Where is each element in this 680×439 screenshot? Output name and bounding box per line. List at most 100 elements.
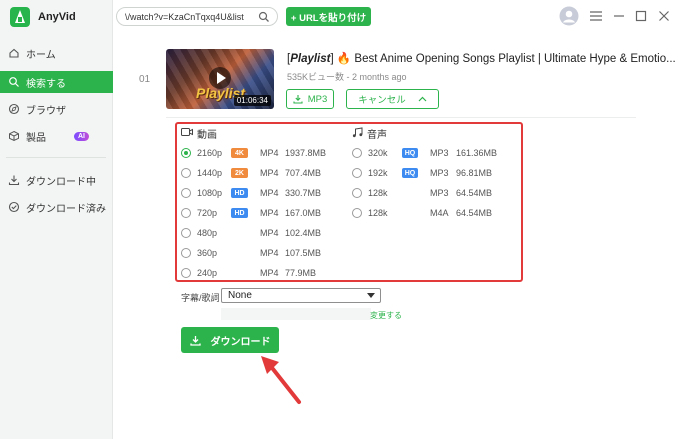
- format-label: MP4: [260, 248, 279, 258]
- radio-button[interactable]: [181, 148, 191, 158]
- size-label: 707.4MB: [285, 168, 322, 178]
- sidebar-item-downloaded[interactable]: ダウンロード済み: [0, 196, 113, 218]
- quality-badge: HQ: [402, 168, 418, 178]
- format-label: MP4: [260, 188, 279, 198]
- menu-icon[interactable]: [588, 8, 604, 24]
- size-label: 96.81MB: [456, 168, 493, 178]
- radio-button[interactable]: [181, 248, 191, 258]
- sidebar-item-label: 検索する: [26, 78, 66, 90]
- quality-badge: HQ: [402, 148, 418, 158]
- video-meta: 535Kビュー数 - 2 months ago: [287, 72, 407, 82]
- sidebar-item-label: ブラウザ: [26, 105, 66, 117]
- size-label: 1937.8MB: [285, 148, 327, 158]
- bitrate-label: 192k: [368, 168, 388, 178]
- search-icon[interactable]: [258, 11, 270, 26]
- app-name: AnyVid: [38, 11, 76, 23]
- music-note-icon: [352, 126, 363, 141]
- size-label: 77.9MB: [285, 268, 317, 278]
- subtitle-label: 字幕/歌詞: [181, 293, 220, 303]
- format-label: MP3: [430, 148, 449, 158]
- check-circle-icon: [8, 201, 20, 213]
- audio-section-header: 音声: [352, 126, 387, 141]
- size-label: 64.54MB: [456, 208, 493, 218]
- resolution-label: 1080p: [197, 188, 223, 198]
- divider: [166, 117, 636, 118]
- radio-button[interactable]: [352, 188, 362, 198]
- title-playlist-tag: Playlist: [290, 53, 331, 65]
- sidebar-item-label: 製品: [26, 132, 46, 144]
- subtitle-select[interactable]: None: [221, 288, 381, 303]
- sidebar-item-label: ダウンロード中: [26, 176, 96, 188]
- subtitle-value: None: [228, 290, 252, 301]
- size-label: 107.5MB: [285, 248, 322, 258]
- bitrate-label: 128k: [368, 188, 388, 198]
- ai-badge: AI: [74, 131, 89, 141]
- sidebar-item-browser[interactable]: ブラウザ: [0, 98, 113, 120]
- bitrate-label: 128k: [368, 208, 388, 218]
- radio-button[interactable]: [181, 268, 191, 278]
- chevron-up-icon: [418, 96, 427, 102]
- maximize-icon[interactable]: [633, 8, 649, 24]
- format-selection-panel: [175, 122, 523, 282]
- sidebar-divider: [6, 157, 106, 158]
- sidebar-item-search[interactable]: 検索する: [0, 71, 113, 93]
- sidebar-item-home[interactable]: ホーム: [0, 42, 113, 64]
- paste-url-button[interactable]: + URLを貼り付け: [286, 7, 371, 26]
- change-path-link[interactable]: 変更する: [370, 310, 402, 321]
- video-index: 01: [139, 74, 151, 85]
- anyvid-logo-icon: [10, 7, 30, 27]
- size-label: 102.4MB: [285, 228, 322, 238]
- url-search-box[interactable]: [116, 7, 278, 26]
- video-title-text: Best Anime Opening Songs Playlist | Ulti…: [354, 53, 676, 65]
- video-section-header: 動画: [181, 126, 217, 141]
- format-label: MP4: [260, 228, 279, 238]
- mp3-label: MP3: [307, 93, 328, 105]
- sidebar-item-downloading[interactable]: ダウンロード中: [0, 169, 113, 191]
- video-thumbnail[interactable]: Playlist 01:06:34: [166, 49, 274, 109]
- url-input[interactable]: [125, 11, 253, 22]
- video-title: [Playlist] 🔥 Best Anime Opening Songs Pl…: [287, 53, 676, 65]
- search-icon: [8, 76, 20, 88]
- format-label: MP3: [430, 188, 449, 198]
- radio-button[interactable]: [352, 148, 362, 158]
- download-icon: [8, 174, 20, 186]
- radio-button[interactable]: [181, 188, 191, 198]
- close-icon[interactable]: [656, 8, 672, 24]
- mp3-button[interactable]: MP3: [286, 89, 334, 109]
- avatar[interactable]: [559, 6, 579, 26]
- quality-badge: 4K: [231, 148, 248, 158]
- download-icon: [189, 335, 201, 346]
- format-label: MP4: [260, 168, 279, 178]
- pointer-arrow-icon: [261, 356, 301, 404]
- compass-icon: [8, 103, 20, 115]
- download-icon: [293, 94, 303, 104]
- radio-button[interactable]: [181, 168, 191, 178]
- minimize-icon[interactable]: [611, 8, 627, 24]
- size-label: 167.0MB: [285, 208, 322, 218]
- sidebar-item-label: ダウンロード済み: [26, 203, 106, 215]
- video-duration: 01:06:34: [233, 95, 271, 106]
- format-label: M4A: [430, 208, 449, 218]
- resolution-label: 480p: [197, 228, 218, 238]
- radio-button[interactable]: [352, 168, 362, 178]
- size-label: 330.7MB: [285, 188, 322, 198]
- chevron-down-icon: [367, 293, 375, 298]
- format-label: MP4: [260, 268, 279, 278]
- cancel-button[interactable]: キャンセル: [346, 89, 439, 109]
- quality-badge: 2K: [231, 168, 248, 178]
- size-label: 64.54MB: [456, 188, 493, 198]
- cancel-label: キャンセル: [358, 95, 406, 106]
- sidebar-item-products[interactable]: 製品 AI: [0, 125, 113, 147]
- download-button[interactable]: ダウンロード: [181, 327, 279, 353]
- home-icon: [8, 47, 20, 59]
- sidebar: AnyVid ホーム 検索する ブラウザ 製品 AI ダウンロード中 ダウンロー…: [0, 0, 113, 439]
- quality-badge: HD: [231, 208, 248, 218]
- box-icon: [8, 130, 20, 142]
- download-label: ダウンロード: [210, 336, 271, 348]
- radio-button[interactable]: [352, 208, 362, 218]
- fire-icon: 🔥: [336, 53, 352, 65]
- radio-button[interactable]: [181, 228, 191, 238]
- sidebar-item-label: ホーム: [26, 49, 56, 61]
- radio-button[interactable]: [181, 208, 191, 218]
- save-path-field: [221, 308, 371, 320]
